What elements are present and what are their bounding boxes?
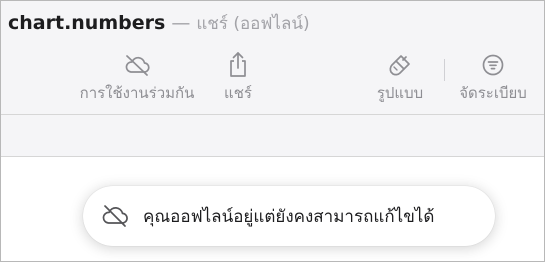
collaborate-button[interactable]: การใช้งานร่วมกัน — [75, 51, 199, 103]
format-button[interactable]: รูปแบบ — [371, 51, 429, 103]
cloud-offline-icon — [99, 200, 131, 232]
app-window: chart.numbers — แชร์ (ออฟไลน์) การใช้งานร่… — [0, 0, 545, 262]
organize-button[interactable]: จัดระเบียบ — [445, 51, 541, 103]
share-icon — [224, 51, 252, 79]
share-label: แชร์ — [224, 84, 252, 102]
document-status: แชร์ (ออฟไลน์) — [196, 14, 310, 34]
paintbrush-icon — [386, 51, 414, 79]
format-label: รูปแบบ — [376, 84, 424, 102]
offline-notification: คุณออฟไลน์อยู่แต่ยังคงสามารถแก้ไขได้ — [83, 186, 495, 246]
organize-label: จัดระเบียบ — [459, 84, 527, 102]
cloud-offline-icon — [123, 51, 151, 79]
share-button[interactable]: แชร์ — [215, 51, 261, 103]
collaborate-label: การใช้งานร่วมกัน — [79, 84, 195, 102]
offline-message: คุณออฟไลน์อยู่แต่ยังคงสามารถแก้ไขได้ — [143, 206, 435, 227]
title-separator: — — [171, 12, 191, 34]
document-title: chart.numbers — แชร์ (ออฟไลน์) — [8, 10, 310, 37]
document-name: chart.numbers — [8, 12, 166, 34]
toolbar: chart.numbers — แชร์ (ออฟไลน์) การใช้งานร่… — [1, 1, 544, 115]
secondary-bar — [1, 115, 544, 157]
organize-filter-icon — [479, 51, 507, 79]
